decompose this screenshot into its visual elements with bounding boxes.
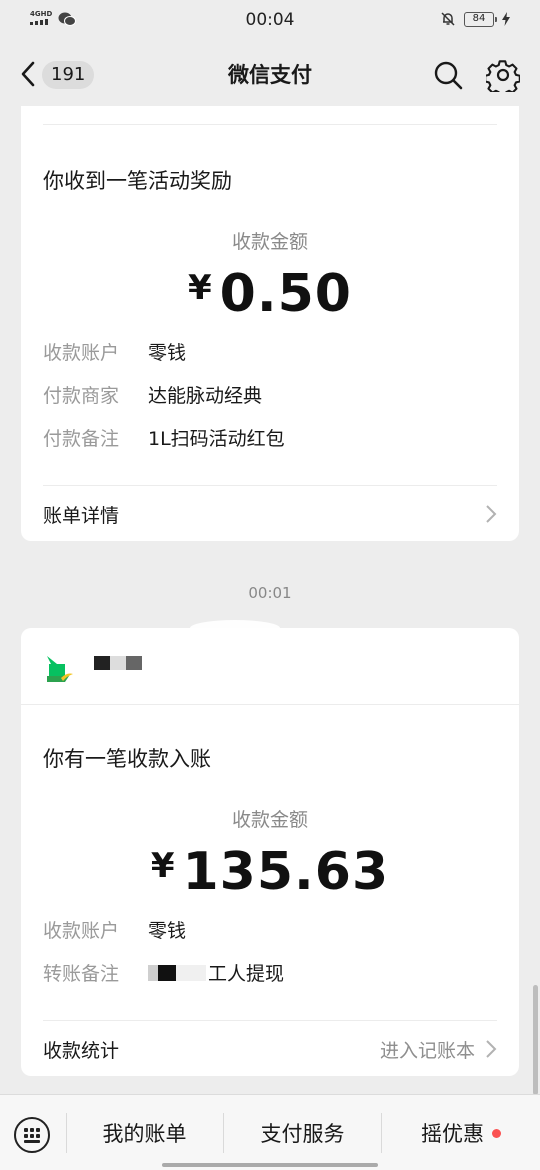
footer-label: 账单详情 [43, 504, 120, 527]
detail-key: 付款商家 [43, 385, 120, 407]
amount-number: 0.50 [219, 264, 352, 324]
menu-shake-offers[interactable]: 摇优惠 [382, 1119, 540, 1149]
scrollbar[interactable] [533, 985, 538, 1095]
gear-icon[interactable] [486, 58, 520, 92]
detail-row: 收款账户 零钱 [43, 917, 186, 945]
merchant-name-redacted [89, 654, 169, 676]
redaction-block [94, 656, 110, 670]
keyboard-icon [24, 1127, 40, 1143]
detail-key: 收款账户 [43, 342, 120, 364]
redaction-block [148, 963, 208, 983]
home-indicator[interactable] [162, 1163, 378, 1167]
card-heading: 你有一笔收款入账 [43, 747, 211, 771]
charging-icon [502, 12, 510, 26]
card-divider-top [43, 124, 497, 125]
bill-details-link[interactable]: 账单详情 [43, 486, 497, 542]
reward-notification-card[interactable]: 你收到一笔活动奖励 收款金额 ¥0.50 收款账户 零钱 付款商家 达能脉动经典… [21, 106, 519, 541]
amount-value: ¥0.50 [21, 264, 519, 324]
ledger-link-label: 进入记账本 [379, 1039, 475, 1062]
redaction-block [126, 656, 142, 670]
amount-value: ¥135.63 [21, 842, 519, 902]
detail-row: 收款账户 零钱 [43, 339, 186, 367]
keyboard-toggle-button[interactable] [14, 1117, 50, 1153]
message-timestamp: 00:01 [248, 584, 292, 602]
detail-key: 收款账户 [43, 920, 120, 942]
nav-bar: 191 微信支付 [0, 40, 540, 108]
search-icon[interactable] [432, 59, 464, 91]
detail-value: 零钱 [148, 342, 187, 364]
merchant-logo-icon [47, 656, 73, 682]
detail-value: 工人提现 [148, 960, 284, 988]
detail-key: 付款备注 [43, 428, 120, 450]
ledger-link[interactable]: 进入记账本 [380, 1036, 497, 1063]
menu-payment-services[interactable]: 支付服务 [224, 1119, 381, 1149]
payment-received-card[interactable]: 你有一笔收款入账 收款金额 ¥135.63 收款账户 零钱 转账备注 工人提现 … [21, 628, 519, 1076]
menu-my-bills[interactable]: 我的账单 [66, 1119, 223, 1149]
card-divider [21, 704, 519, 705]
detail-value: 1L扫码活动红包 [148, 428, 285, 450]
card-heading: 你收到一笔活动奖励 [43, 169, 232, 193]
currency-symbol: ¥ [150, 846, 175, 886]
battery-indicator: 84 [464, 11, 497, 27]
bottom-menu-bar: 我的账单 支付服务 摇优惠 [0, 1094, 540, 1170]
detail-key: 转账备注 [43, 963, 120, 985]
redaction-block [110, 656, 126, 670]
notification-dot [492, 1129, 501, 1138]
amount-number: 135.63 [182, 842, 390, 902]
bell-off-icon [441, 12, 455, 26]
currency-symbol: ¥ [188, 268, 212, 308]
amount-label: 收款金额 [231, 231, 308, 253]
menu-shake-offers-label: 摇优惠 [421, 1122, 484, 1146]
detail-value: 零钱 [148, 920, 187, 942]
battery-level: 84 [472, 12, 486, 24]
status-right: 84 [440, 11, 510, 27]
chevron-right-icon [486, 505, 497, 523]
detail-row: 转账备注 工人提现 [43, 960, 284, 988]
detail-row: 付款商家 达能脉动经典 [43, 382, 262, 410]
detail-value: 达能脉动经典 [148, 385, 263, 407]
income-stats-link[interactable]: 收款统计 进入记账本 [43, 1021, 497, 1077]
chevron-right-icon [486, 1040, 497, 1058]
remark-text: 工人提现 [208, 963, 285, 985]
status-bar: 4GHD 00:04 84 [0, 0, 540, 40]
footer-label: 收款统计 [43, 1039, 120, 1062]
amount-label: 收款金额 [231, 809, 308, 831]
detail-row: 付款备注 1L扫码活动红包 [43, 425, 285, 453]
